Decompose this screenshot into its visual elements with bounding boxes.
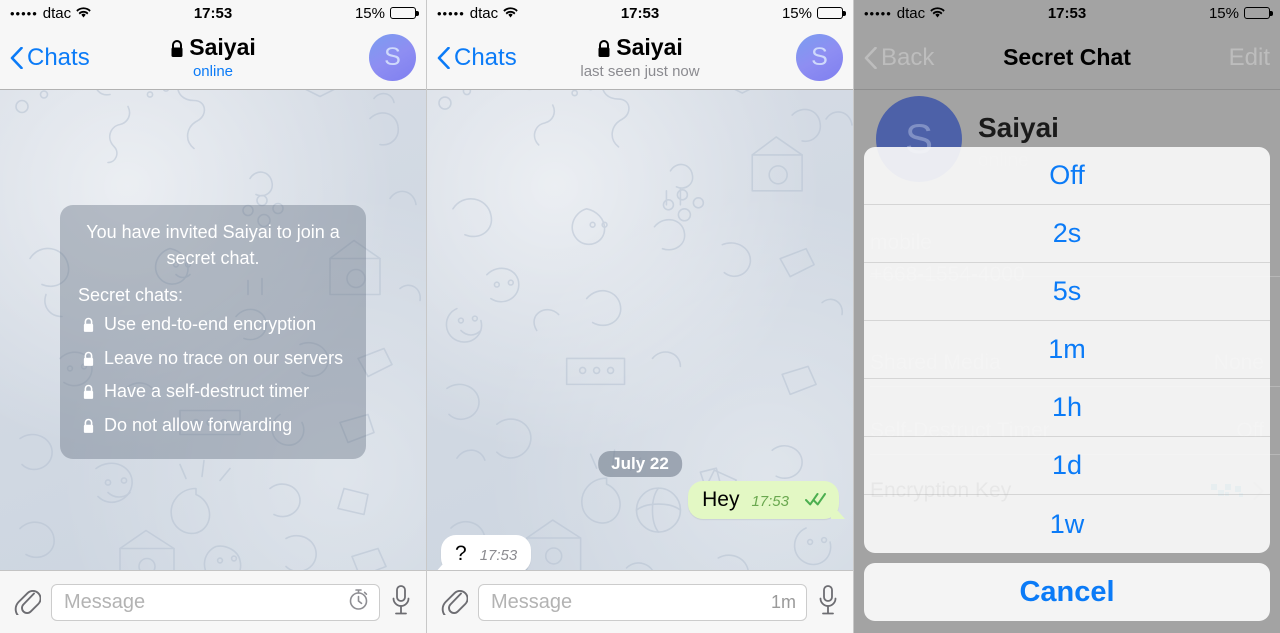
navigation-bar: Chats Saiyai last seen just now S bbox=[427, 26, 853, 90]
wifi-icon bbox=[503, 7, 518, 19]
secret-chat-feature: Use end-to-end encryption bbox=[78, 312, 348, 341]
feature-label: Leave no trace on our servers bbox=[104, 347, 344, 368]
battery-percent-label: 15% bbox=[781, 4, 812, 22]
message-input-bar: Message bbox=[0, 570, 426, 633]
self-destruct-timer-icon[interactable] bbox=[348, 588, 369, 616]
service-message-section-title: Secret chats: bbox=[78, 285, 184, 306]
microphone-icon[interactable] bbox=[817, 584, 839, 621]
battery-icon bbox=[817, 7, 846, 19]
status-bar-right: 15% bbox=[1208, 4, 1273, 22]
timer-option-1d[interactable]: 1d bbox=[864, 437, 1270, 495]
battery-icon bbox=[1244, 7, 1273, 19]
chat-title-text: Saiyai bbox=[189, 33, 256, 60]
chat-area: July 22 Hey 17:53 ? 17:53 bbox=[427, 90, 853, 570]
screen-secret-chat-info-timer-picker: ••••• dtac 17:53 15% Back Secret Chat Ed… bbox=[853, 0, 1280, 633]
status-bar: ••••• dtac 17:53 15% bbox=[854, 0, 1280, 26]
secret-chat-feature: Leave no trace on our servers bbox=[78, 346, 348, 375]
feature-label: Use end-to-end encryption bbox=[104, 314, 317, 335]
message-input[interactable]: Message 1m bbox=[478, 583, 807, 621]
secret-chat-feature: Have a self-destruct timer bbox=[78, 379, 348, 408]
message-input[interactable]: Message bbox=[51, 583, 380, 621]
paperclip-icon[interactable] bbox=[14, 585, 42, 620]
message-timestamp: 17:53 bbox=[479, 547, 518, 564]
lock-icon bbox=[597, 38, 611, 57]
carrier-label: dtac bbox=[896, 4, 926, 22]
screen-secret-chat-conversation: ••••• dtac 17:53 15% Chats Saiyai last s… bbox=[426, 0, 853, 633]
signal-strength-icon: ••••• bbox=[864, 5, 892, 21]
double-check-icon bbox=[805, 492, 827, 511]
screen-secret-chat-intro: ••••• dtac 17:53 15% Chats Saiyai online… bbox=[0, 0, 426, 633]
signal-strength-icon: ••••• bbox=[10, 5, 38, 21]
lock-icon bbox=[82, 349, 95, 375]
status-bar: ••••• dtac 17:53 15% bbox=[0, 0, 426, 26]
carrier-label: dtac bbox=[469, 4, 499, 22]
message-input-placeholder: Message bbox=[491, 590, 573, 613]
page-title: Secret Chat bbox=[1003, 44, 1131, 70]
avatar[interactable]: S bbox=[369, 34, 416, 81]
date-separator: July 22 bbox=[598, 451, 682, 477]
message-text: Hey bbox=[702, 488, 740, 511]
contact-name: Saiyai bbox=[978, 112, 1059, 143]
timer-option-1m[interactable]: 1m bbox=[864, 321, 1270, 379]
navigation-bar: Back Secret Chat Edit bbox=[854, 26, 1280, 90]
service-message-headline: You have invited Saiyai to join a secret… bbox=[86, 222, 340, 269]
chat-title-text: Saiyai bbox=[616, 33, 683, 60]
timer-option-1w[interactable]: 1w bbox=[864, 495, 1270, 553]
back-button-label: Chats bbox=[27, 43, 90, 71]
status-bar: ••••• dtac 17:53 15% bbox=[427, 0, 853, 26]
message-input-bar: Message 1m bbox=[427, 570, 853, 633]
secret-chat-service-message: You have invited Saiyai to join a secret… bbox=[60, 205, 366, 460]
timer-option-2s[interactable]: 2s bbox=[864, 205, 1270, 263]
secret-chat-feature: Do not allow forwarding bbox=[78, 413, 348, 442]
three-screen-comparison: ••••• dtac 17:53 15% Chats Saiyai online… bbox=[0, 0, 1280, 633]
status-bar-right: 15% bbox=[354, 4, 419, 22]
navigation-bar: Chats Saiyai online S bbox=[0, 26, 426, 90]
lock-icon bbox=[170, 38, 184, 57]
status-bar-left: ••••• dtac bbox=[10, 5, 91, 22]
status-bar-left: ••••• dtac bbox=[864, 5, 945, 22]
status-bar-left: ••••• dtac bbox=[437, 5, 518, 22]
message-text: ? bbox=[455, 542, 467, 565]
status-bar-right: 15% bbox=[781, 4, 846, 22]
back-to-chats-button[interactable]: Chats bbox=[437, 44, 517, 72]
timer-option-off[interactable]: Off bbox=[864, 147, 1270, 205]
cancel-button[interactable]: Cancel bbox=[864, 563, 1270, 621]
lock-icon bbox=[82, 315, 95, 341]
self-destruct-timer-label[interactable]: 1m bbox=[771, 592, 796, 613]
message-bubble-incoming[interactable]: ? 17:53 bbox=[441, 535, 532, 570]
self-destruct-timer-action-sheet: Off 2s 5s 1m 1h 1d 1w bbox=[864, 147, 1270, 553]
message-list: July 22 Hey 17:53 ? 17:53 bbox=[427, 90, 853, 570]
chat-title: Saiyai bbox=[170, 35, 256, 59]
back-to-chats-button[interactable]: Chats bbox=[10, 44, 90, 72]
chevron-left-icon bbox=[437, 46, 450, 69]
chevron-left-icon bbox=[10, 46, 23, 69]
lock-icon bbox=[82, 382, 95, 408]
lock-icon bbox=[82, 416, 95, 442]
message-bubble-outgoing[interactable]: Hey 17:53 bbox=[688, 481, 839, 519]
carrier-label: dtac bbox=[42, 4, 72, 22]
paperclip-icon[interactable] bbox=[441, 585, 469, 620]
back-button-label: Chats bbox=[454, 43, 517, 71]
signal-strength-icon: ••••• bbox=[437, 5, 465, 21]
battery-percent-label: 15% bbox=[1208, 4, 1239, 22]
battery-percent-label: 15% bbox=[354, 4, 385, 22]
message-timestamp: 17:53 bbox=[751, 493, 789, 510]
wifi-icon bbox=[76, 7, 91, 19]
chat-area: You have invited Saiyai to join a secret… bbox=[0, 90, 426, 570]
timer-option-5s[interactable]: 5s bbox=[864, 263, 1270, 321]
feature-label: Have a self-destruct timer bbox=[104, 381, 310, 402]
chevron-left-icon bbox=[864, 46, 877, 69]
wifi-icon bbox=[930, 7, 945, 19]
message-input-placeholder: Message bbox=[64, 590, 146, 613]
battery-icon bbox=[390, 7, 419, 19]
back-button[interactable]: Back bbox=[864, 44, 934, 72]
avatar[interactable]: S bbox=[796, 34, 843, 81]
microphone-icon[interactable] bbox=[390, 584, 412, 621]
feature-label: Do not allow forwarding bbox=[104, 414, 293, 435]
message-list: You have invited Saiyai to join a secret… bbox=[0, 90, 426, 570]
edit-button[interactable]: Edit bbox=[1229, 44, 1270, 72]
back-button-label: Back bbox=[881, 43, 935, 71]
chat-title: Saiyai bbox=[597, 35, 683, 59]
timer-option-1h[interactable]: 1h bbox=[864, 379, 1270, 437]
